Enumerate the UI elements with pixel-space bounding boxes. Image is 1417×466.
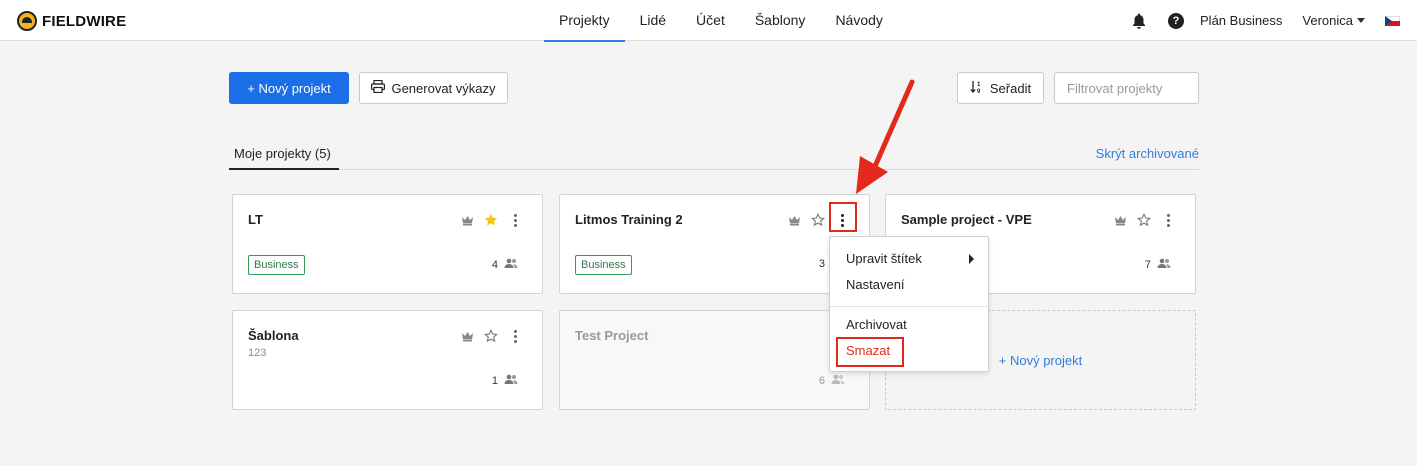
nav-tab-account[interactable]: Účet — [681, 0, 740, 41]
user-name: Veronica — [1302, 13, 1353, 28]
project-subtitle: 123 — [248, 347, 267, 359]
member-count: 4 — [492, 258, 518, 271]
bell-icon[interactable] — [1132, 13, 1146, 29]
business-badge: Business — [575, 255, 632, 275]
member-count-value: 4 — [491, 258, 498, 271]
printer-icon — [371, 79, 386, 96]
business-badge: Business — [248, 255, 305, 275]
star-outline-icon[interactable] — [484, 329, 498, 343]
user-menu[interactable]: Veronica — [1302, 13, 1365, 28]
fieldwire-logo[interactable]: FIELDWIRE — [17, 11, 126, 31]
people-icon — [504, 258, 518, 271]
card-actions — [460, 213, 522, 227]
help-icon[interactable]: ? — [1168, 12, 1185, 29]
chevron-down-icon — [1357, 18, 1365, 23]
menu-item-edit-label[interactable]: Upravit štítek — [846, 251, 922, 266]
card-actions — [1113, 213, 1175, 227]
project-card-litmos-training-2[interactable]: Litmos Training 2 Business 3 — [559, 194, 870, 294]
project-title: Šablona — [248, 328, 299, 343]
people-icon — [1157, 258, 1171, 271]
nav-tab-projects[interactable]: Projekty — [544, 0, 625, 42]
crown-icon[interactable] — [460, 213, 474, 227]
project-card-sablona[interactable]: Šablona 123 1 — [232, 310, 543, 410]
project-title: Sample project - VPE — [901, 212, 1032, 227]
crown-icon[interactable] — [1113, 213, 1127, 227]
member-count: 3 — [819, 258, 825, 270]
menu-item-settings[interactable]: Nastavení — [846, 277, 905, 292]
annotation-arrow-icon — [856, 79, 915, 194]
right-nav: ? Plán Business Veronica — [1132, 0, 1417, 41]
new-project-button[interactable]: + Nový projekt — [229, 72, 349, 104]
top-navigation-bar: FIELDWIRE Projekty Lidé Účet Šablony Náv… — [0, 0, 1417, 42]
logo-text: FIELDWIRE — [42, 12, 127, 30]
star-filled-icon[interactable] — [484, 213, 498, 227]
svg-text:1: 1 — [977, 82, 981, 88]
member-count: 7 — [1145, 258, 1171, 271]
more-options-icon[interactable] — [1161, 213, 1175, 227]
project-card-lt[interactable]: LT Business 4 — [232, 194, 543, 294]
fieldwire-logo-icon — [17, 11, 37, 31]
crown-icon[interactable] — [460, 329, 474, 343]
sort-button[interactable]: 19 Seřadit — [957, 72, 1044, 104]
main-nav-tabs: Projekty Lidé Účet Šablony Návody — [544, 0, 898, 42]
sort-icon: 19 — [970, 80, 984, 97]
annotation-highlight-box — [829, 202, 857, 232]
project-title: Test Project — [575, 328, 649, 343]
member-count: 6 — [819, 374, 845, 387]
annotation-highlight-box — [836, 337, 904, 367]
nav-tab-people[interactable]: Lidé — [625, 0, 681, 41]
member-count-value: 6 — [818, 374, 825, 387]
member-count: 1 — [492, 374, 518, 387]
crown-icon[interactable] — [787, 213, 801, 227]
menu-divider — [830, 306, 988, 307]
member-count-value: 7 — [1144, 258, 1151, 271]
people-icon — [504, 374, 518, 387]
section-divider — [229, 169, 1199, 170]
czech-flag-icon[interactable] — [1385, 15, 1400, 26]
plan-label[interactable]: Plán Business — [1200, 13, 1282, 28]
more-options-icon[interactable] — [508, 329, 522, 343]
people-icon — [831, 374, 845, 387]
nav-tab-templates[interactable]: Šablony — [740, 0, 821, 41]
project-title: LT — [248, 212, 263, 227]
tab-my-projects[interactable]: Moje projekty (5) — [229, 146, 339, 170]
more-options-icon[interactable] — [508, 213, 522, 227]
star-outline-icon[interactable] — [1137, 213, 1151, 227]
card-actions — [460, 329, 522, 343]
generate-reports-label: Generovat výkazy — [391, 80, 496, 96]
project-title: Litmos Training 2 — [575, 212, 683, 227]
hide-archived-link[interactable]: Skrýt archivované — [1096, 146, 1199, 161]
chevron-right-icon — [969, 254, 974, 264]
filter-projects-input[interactable] — [1054, 72, 1199, 104]
generate-reports-button[interactable]: Generovat výkazy — [359, 72, 508, 104]
svg-text:9: 9 — [977, 89, 981, 94]
menu-item-archive[interactable]: Archivovat — [846, 317, 907, 332]
star-outline-icon[interactable] — [811, 213, 825, 227]
project-card-test-project[interactable]: Test Project 6 — [559, 310, 870, 410]
member-count-value: 1 — [491, 374, 498, 387]
sort-label: Seřadit — [989, 80, 1032, 96]
member-count-value: 3 — [818, 258, 825, 270]
nav-tab-guides[interactable]: Návody — [820, 0, 897, 41]
